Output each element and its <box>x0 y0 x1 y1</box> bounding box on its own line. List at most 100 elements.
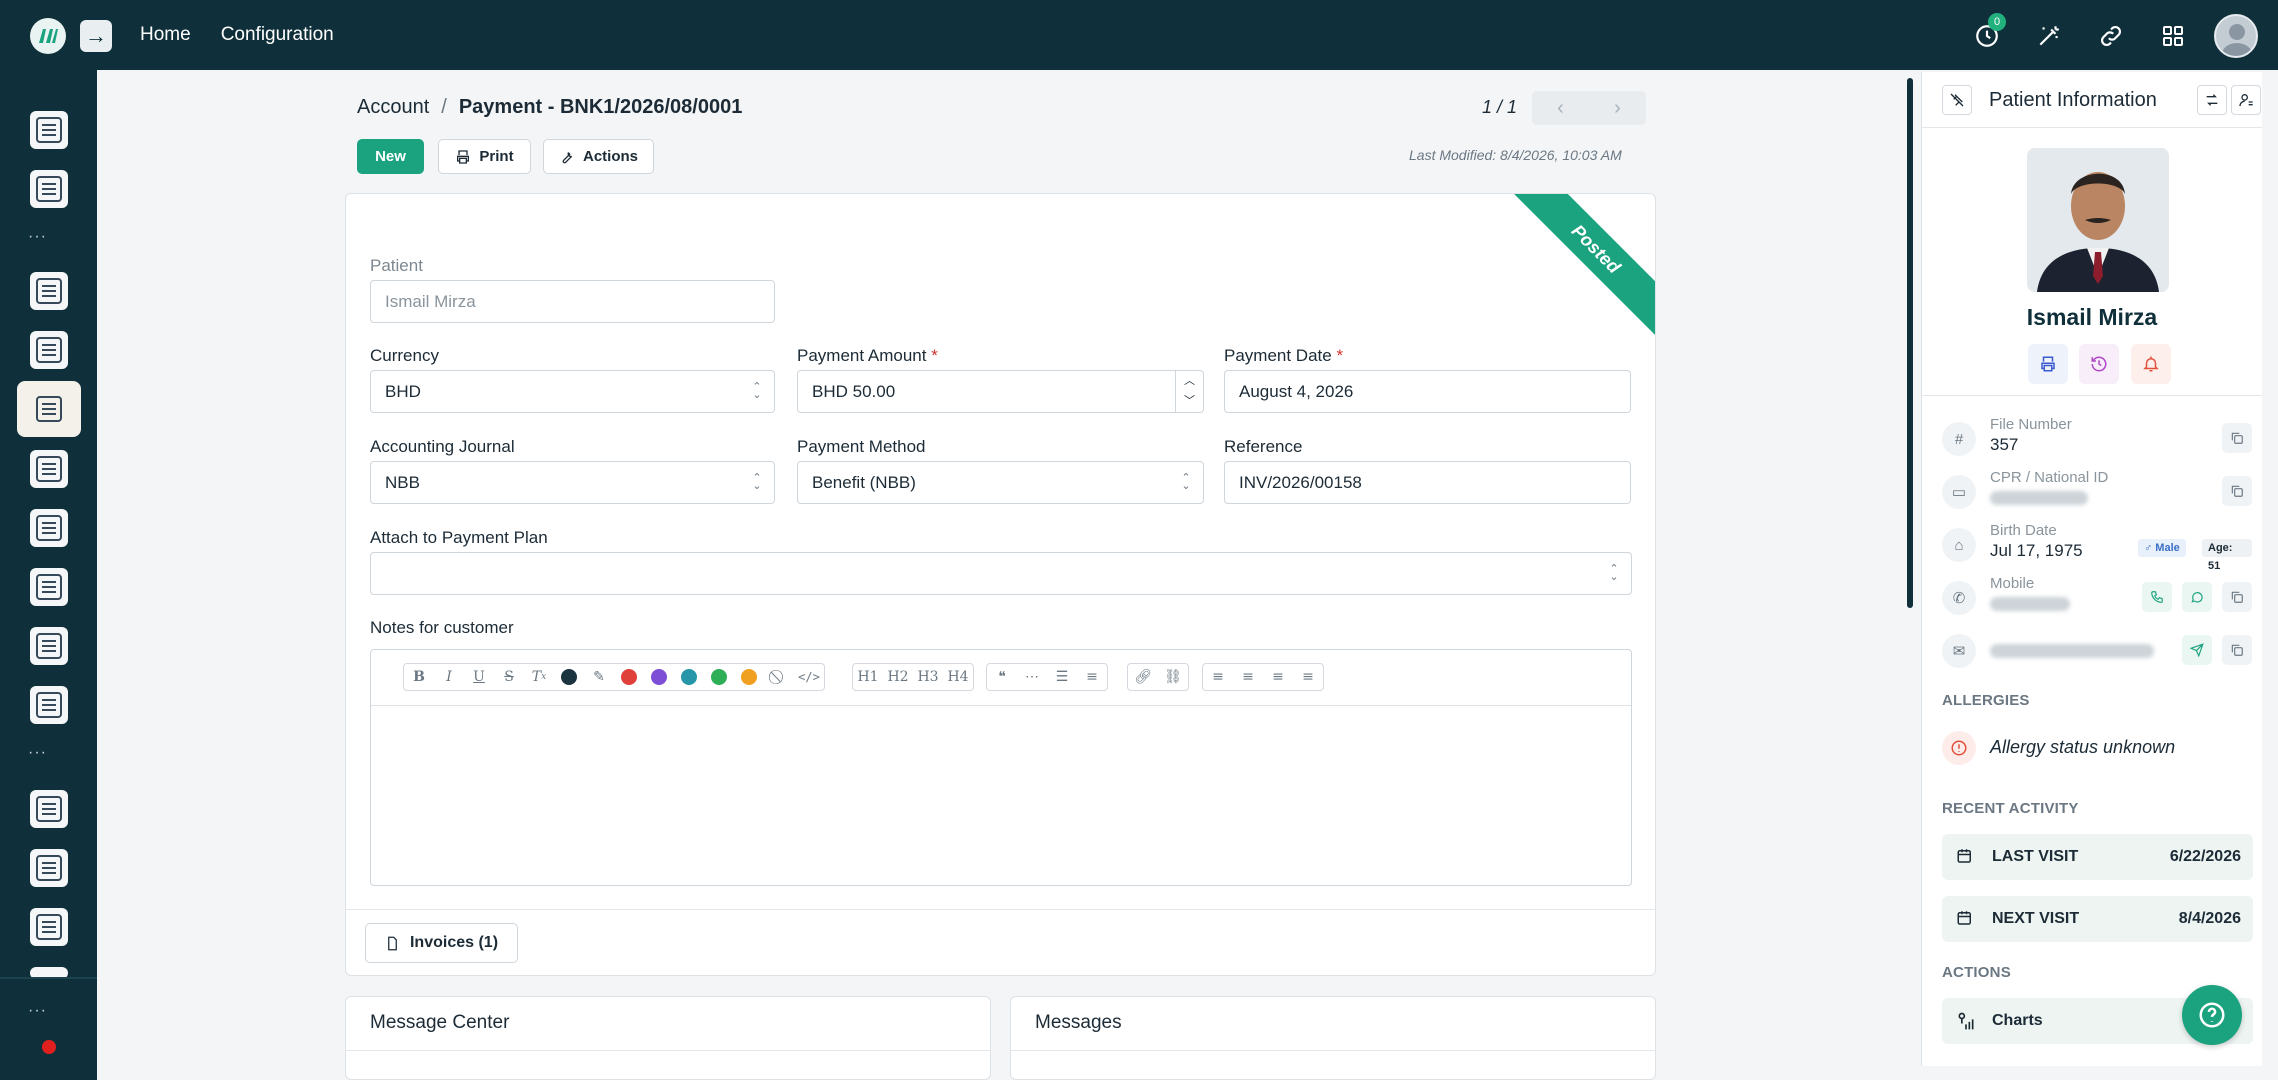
send-email-button[interactable] <box>2182 635 2212 665</box>
payment-date-label: Payment Date * <box>1224 346 1343 366</box>
align-left-icon[interactable]: ≡ <box>1203 664 1233 690</box>
heading-3-icon[interactable]: H3 <box>913 664 943 690</box>
whatsapp-button[interactable] <box>2182 582 2212 612</box>
activity-clock-button[interactable]: 0 <box>1966 13 2008 57</box>
horizontal-rule-icon[interactable]: ⋯ <box>1017 664 1047 690</box>
id-card-icon: ▭ <box>1942 475 1976 509</box>
nav-configuration[interactable]: Configuration <box>221 24 334 46</box>
heading-2-icon[interactable]: H2 <box>883 664 913 690</box>
patient-info-panel: Patient Information Ismail Mirza # File … <box>1921 72 2262 1066</box>
print-button-label: Print <box>479 148 514 165</box>
last-visit-row[interactable]: LAST VISIT 6/22/2026 <box>1942 834 2253 880</box>
sidebar-item-accounting[interactable] <box>17 381 81 437</box>
top-bar: → Home Configuration 0 <box>0 0 2278 70</box>
sidebar-item-inbox[interactable] <box>30 627 68 665</box>
italic-icon[interactable]: I <box>434 664 464 690</box>
invoice-icon <box>36 396 62 422</box>
sidebar-item-forms[interactable] <box>30 450 68 488</box>
record-pager: 1 / 1 <box>1482 97 1518 117</box>
sidebar-item-cards[interactable] <box>30 509 68 547</box>
unlink-icon[interactable]: ⛓︎ <box>1158 664 1188 690</box>
swap-patient-button[interactable] <box>2197 85 2227 115</box>
patient-profile-button[interactable] <box>2231 85 2261 115</box>
phone-icon: ✆ <box>1942 581 1976 615</box>
link-button[interactable] <box>2090 15 2132 57</box>
print-patient-button[interactable] <box>2028 344 2068 384</box>
notes-editor[interactable]: B I U S Tx ✎ ⃠ </> H1 H2 H3 H4 <box>370 649 1632 886</box>
copy-button[interactable] <box>2222 582 2252 612</box>
allergies-heading: ALLERGIES <box>1942 692 2030 709</box>
color-swatch-5[interactable] <box>734 664 764 690</box>
apps-grid-button[interactable] <box>2152 15 2194 57</box>
align-right-icon[interactable]: ≡ <box>1293 664 1323 690</box>
color-swatch-0[interactable] <box>554 664 584 690</box>
no-color-icon[interactable]: ⃠ <box>764 664 794 690</box>
main-scrollbar[interactable] <box>1907 78 1913 608</box>
heading-4-icon[interactable]: H4 <box>943 664 973 690</box>
new-button[interactable]: New <box>357 139 424 174</box>
copy-button[interactable] <box>2222 476 2252 506</box>
copy-button[interactable] <box>2222 635 2252 665</box>
numbered-list-icon[interactable]: ≡ <box>1077 664 1107 690</box>
app-logo[interactable] <box>30 18 66 54</box>
alert-bell-button[interactable] <box>2131 344 2171 384</box>
heading-1-icon[interactable]: H1 <box>853 664 883 690</box>
sidebar-item-settings[interactable] <box>30 908 68 946</box>
actions-button[interactable]: Actions <box>543 139 654 174</box>
underline-icon[interactable]: U <box>464 664 494 690</box>
sidebar-item-records[interactable] <box>30 170 68 208</box>
payment-amount-input[interactable]: BHD 50.00 ︿ ﹀ <box>797 370 1204 413</box>
sidebar-toggle-button[interactable]: → <box>80 20 112 52</box>
select-chevron-icon: ⌃ ⌄ <box>752 381 762 401</box>
sidebar-item-calendar[interactable] <box>30 272 68 310</box>
user-avatar[interactable] <box>2214 14 2258 58</box>
currency-select[interactable]: BHD ⌃ ⌄ <box>370 370 775 413</box>
next-visit-row[interactable]: NEXT VISIT 8/4/2026 <box>1942 896 2253 942</box>
bullet-list-icon[interactable]: ☰ <box>1047 664 1077 690</box>
patient-panel-title: Patient Information <box>1989 89 2157 111</box>
copy-button[interactable] <box>2222 423 2252 453</box>
sidebar-item-insurance[interactable] <box>30 568 68 606</box>
clear-format-icon[interactable]: Tx <box>524 664 554 690</box>
bold-icon[interactable]: B <box>404 664 434 690</box>
align-center-icon[interactable]: ≡ <box>1233 664 1263 690</box>
strikethrough-icon[interactable]: S <box>494 664 524 690</box>
quote-icon[interactable]: ❝ <box>987 664 1017 690</box>
stepper-up-icon[interactable]: ︿ <box>1176 371 1203 391</box>
color-swatch-3[interactable] <box>674 664 704 690</box>
magic-wand-button[interactable] <box>2028 15 2070 57</box>
status-ribbon: Posted <box>1508 194 1655 337</box>
amount-stepper[interactable]: ︿ ﹀ <box>1175 371 1203 412</box>
stepper-down-icon[interactable]: ﹀ <box>1176 391 1203 411</box>
prev-record-button[interactable]: ‹ <box>1532 91 1589 125</box>
help-button[interactable] <box>2182 985 2242 1045</box>
highlighter-icon[interactable]: ✎ <box>584 664 614 690</box>
payment-date-input[interactable]: August 4, 2026 <box>1224 370 1631 413</box>
sidebar-item-patients[interactable] <box>30 790 68 828</box>
print-button[interactable]: Print <box>438 139 531 174</box>
align-justify-icon[interactable]: ≡ <box>1263 664 1293 690</box>
clipboard-icon <box>36 456 62 482</box>
accounting-journal-select[interactable]: NBB ⌃ ⌄ <box>370 461 775 504</box>
history-button[interactable] <box>2079 344 2119 384</box>
sidebar-item-staff[interactable] <box>30 331 68 369</box>
color-swatch-2[interactable] <box>644 664 674 690</box>
color-swatch-4[interactable] <box>704 664 734 690</box>
call-button[interactable] <box>2142 582 2172 612</box>
invoices-button[interactable]: Invoices (1) <box>365 923 518 963</box>
next-record-button[interactable]: › <box>1589 91 1646 125</box>
breadcrumb-account[interactable]: Account <box>357 96 429 118</box>
payment-method-select[interactable]: Benefit (NBB) ⌃ ⌄ <box>797 461 1204 504</box>
code-icon[interactable]: </> <box>794 664 824 690</box>
close-panel-button[interactable] <box>1942 85 1972 115</box>
sidebar-item-analytics[interactable] <box>30 849 68 887</box>
link-icon[interactable]: 🔗︎ <box>1128 664 1158 690</box>
reference-input[interactable]: INV/2026/00158 <box>1224 461 1631 504</box>
color-swatch-1[interactable] <box>614 664 644 690</box>
payment-method-label: Payment Method <box>797 437 926 456</box>
nav-home[interactable]: Home <box>140 24 191 46</box>
sidebar-item-lab[interactable] <box>30 686 68 724</box>
breadcrumb: Account / Payment - BNK1/2026/08/0001 <box>357 96 742 119</box>
sidebar-item-reports[interactable] <box>30 111 68 149</box>
payment-plan-select[interactable]: ⌃ ⌄ <box>370 552 1632 595</box>
